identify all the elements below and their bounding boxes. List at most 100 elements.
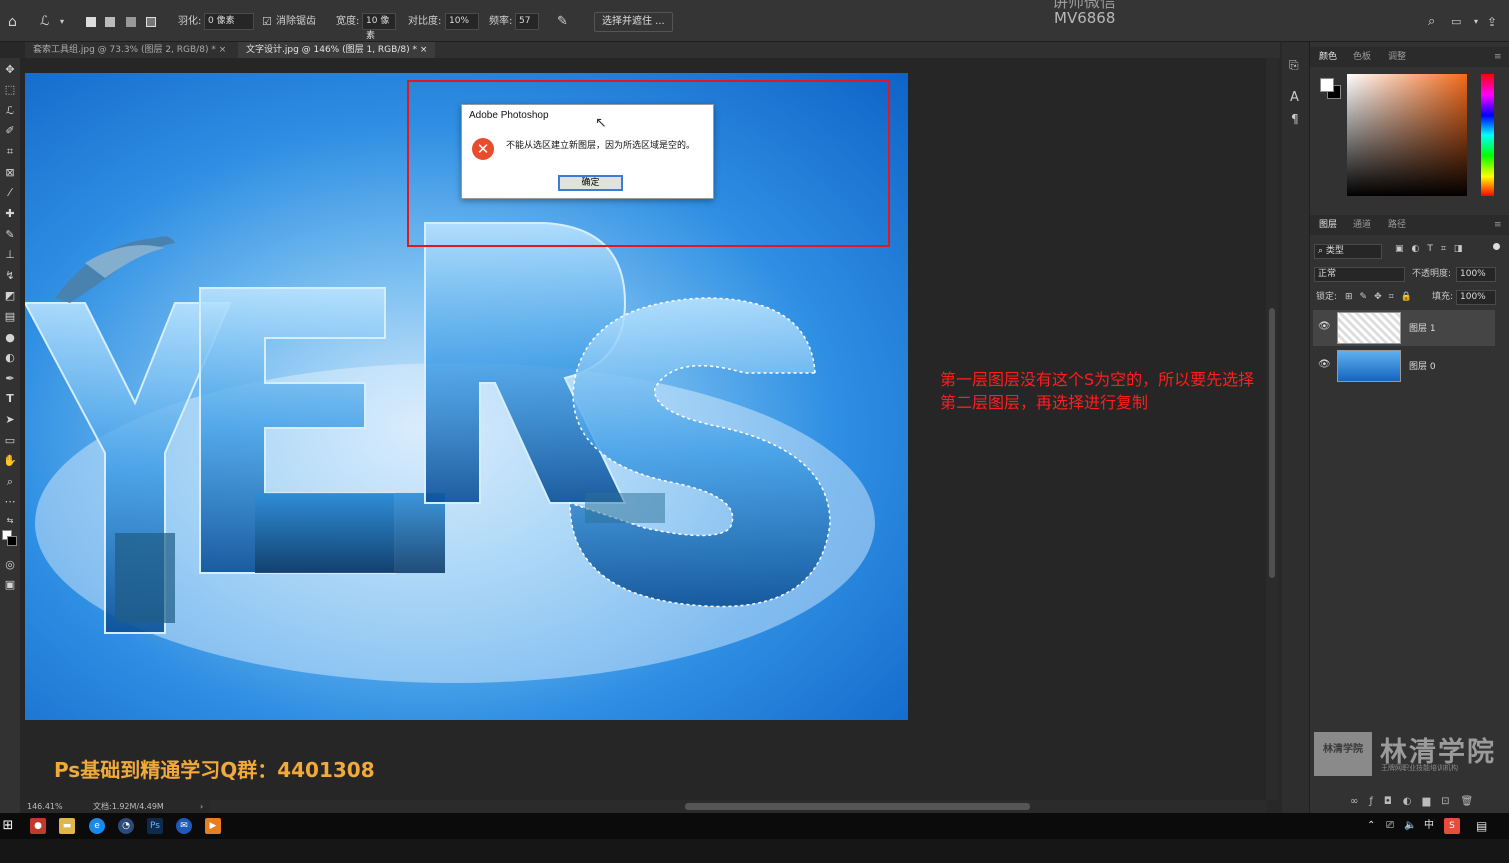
browser-icon[interactable]: e <box>89 818 105 834</box>
layer-row-layer1[interactable]: 👁 图层 1 <box>1313 310 1495 346</box>
share-icon[interactable]: ⇪ <box>1487 12 1497 32</box>
quick-mask-icon[interactable]: ◎ <box>3 558 17 572</box>
workspace-chevron-icon[interactable]: ▾ <box>1474 12 1478 32</box>
ime-indicator[interactable]: 中 <box>1424 818 1434 834</box>
horizontal-scrollbar[interactable] <box>210 800 1266 813</box>
scroll-thumb[interactable] <box>685 803 1030 810</box>
panel-menu-icon[interactable]: ≡ <box>1494 47 1502 67</box>
notification-icon[interactable]: ▤ <box>1476 818 1487 834</box>
frequency-input[interactable]: 57 <box>515 13 539 30</box>
tab-channels[interactable]: 通道 <box>1353 215 1371 235</box>
right-panels: 颜色 色板 调整 ≡ 图层 通道 路径 ≡ ⌕ 类型 ▣◐T⌗◨ 正常 不透明度… <box>1310 42 1509 813</box>
lock-icons[interactable]: ⊞✎✥⌗🔒 <box>1345 289 1419 305</box>
hue-slider[interactable] <box>1481 74 1494 196</box>
visibility-eye-icon[interactable]: 👁 <box>1318 321 1331 332</box>
app-blue-icon[interactable]: ✉ <box>176 818 192 834</box>
layer-name[interactable]: 图层 1 <box>1409 321 1436 334</box>
lasso-tool-icon[interactable]: ℒ <box>3 104 17 118</box>
fill-input[interactable]: 100% <box>1456 290 1496 305</box>
new-selection-icon[interactable] <box>86 17 96 27</box>
swap-colors-icon[interactable]: ⇆ <box>3 514 17 528</box>
intersect-selection-icon[interactable] <box>146 17 156 27</box>
frame-tool-icon[interactable]: ⊠ <box>3 166 17 180</box>
chevron-down-icon[interactable]: ▾ <box>60 12 64 32</box>
volume-icon[interactable]: 🔈 <box>1404 818 1416 834</box>
quick-select-tool-icon[interactable]: ✐ <box>3 124 17 138</box>
visibility-eye-icon[interactable]: 👁 <box>1318 359 1331 370</box>
history-panel-icon[interactable]: ⎘ <box>1289 58 1299 73</box>
add-to-selection-icon[interactable] <box>105 17 115 27</box>
antialias-checkbox[interactable]: ☑ <box>262 12 272 32</box>
photoshop-taskbar-icon[interactable]: Ps <box>147 818 163 834</box>
width-input[interactable]: 10 像素 <box>362 13 396 41</box>
windows-start-icon[interactable]: ⊞ <box>0 818 16 834</box>
brush-tool-icon[interactable]: ✎ <box>3 228 17 242</box>
pen-tool-icon[interactable]: ✒ <box>3 372 17 386</box>
ok-button[interactable]: 确定 <box>558 175 623 191</box>
type-tool-icon[interactable]: T <box>3 392 17 406</box>
path-select-tool-icon[interactable]: ➤ <box>3 413 17 427</box>
app-red-icon[interactable]: ● <box>30 818 46 834</box>
move-tool-icon[interactable]: ✥ <box>3 63 17 77</box>
marquee-tool-icon[interactable]: ⬚ <box>3 83 17 97</box>
background-color-swatch[interactable] <box>7 536 17 546</box>
search-icon[interactable]: ⌕ <box>1428 12 1435 32</box>
dodge-tool-icon[interactable]: ◐ <box>3 351 17 365</box>
tab-swatches[interactable]: 色板 <box>1353 47 1371 67</box>
media-player-icon[interactable]: ▶ <box>205 818 221 834</box>
tray-up-arrow-icon[interactable]: ⌃ <box>1367 818 1375 834</box>
layer-filter-icons[interactable]: ▣◐T⌗◨ <box>1395 244 1470 254</box>
paragraph-panel-icon[interactable]: ¶ <box>1291 112 1299 126</box>
tab-layers[interactable]: 图层 <box>1319 215 1337 235</box>
app-circle-icon[interactable]: ◔ <box>118 818 134 834</box>
eyedropper-tool-icon[interactable]: ⁄ <box>3 186 17 200</box>
tab-close-icon[interactable]: × <box>420 45 428 55</box>
hand-tool-icon[interactable]: ✋ <box>3 454 17 468</box>
lasso-tool-preset-icon[interactable]: ℒ <box>40 12 49 32</box>
select-and-mask-button[interactable]: 选择并遮住 ... <box>594 12 673 32</box>
foreground-color-swatch[interactable] <box>1320 78 1334 92</box>
blend-mode-select[interactable]: 正常 <box>1314 267 1405 282</box>
network-icon[interactable]: ⎚ <box>1386 818 1394 834</box>
tab-lasso-doc[interactable]: 套索工具组.jpg @ 73.3% (图层 2, RGB/8) * × <box>25 42 234 58</box>
scroll-thumb[interactable] <box>1269 308 1275 578</box>
file-explorer-icon[interactable]: ▬ <box>59 818 75 834</box>
tab-adjustments[interactable]: 调整 <box>1388 47 1406 67</box>
filter-toggle-icon[interactable] <box>1493 243 1500 250</box>
eraser-tool-icon[interactable]: ◩ <box>3 289 17 303</box>
crop-tool-icon[interactable]: ⌗ <box>3 145 17 159</box>
blur-tool-icon[interactable]: ● <box>3 331 17 345</box>
contrast-input[interactable]: 10% <box>445 13 479 30</box>
layer-actions-bar[interactable]: ∞ƒ◘◐▆⊡🗑 <box>1350 796 1484 807</box>
status-arrow-icon[interactable]: › <box>200 800 203 813</box>
zoom-tool-icon[interactable]: ⌕ <box>3 475 17 489</box>
screen-mode-icon[interactable]: ▣ <box>3 578 17 592</box>
sogou-ime-icon[interactable]: S <box>1444 818 1460 834</box>
gradient-tool-icon[interactable]: ▤ <box>3 310 17 324</box>
healing-brush-tool-icon[interactable]: ✚ <box>3 207 17 221</box>
layer-filter-select[interactable]: ⌕ 类型 <box>1314 244 1382 259</box>
rectangle-tool-icon[interactable]: ▭ <box>3 434 17 448</box>
tab-close-icon[interactable]: × <box>219 45 227 55</box>
feather-input[interactable]: 0 像素 <box>204 13 254 30</box>
history-brush-tool-icon[interactable]: ↯ <box>3 269 17 283</box>
layer-thumbnail[interactable] <box>1337 312 1401 344</box>
color-picker-field[interactable] <box>1347 74 1467 196</box>
layer-thumbnail[interactable] <box>1337 350 1401 382</box>
more-tools-icon[interactable]: ⋯ <box>3 495 17 509</box>
layer-row-layer0[interactable]: 👁 图层 0 <box>1313 348 1495 384</box>
character-panel-icon[interactable]: A <box>1290 90 1299 105</box>
tab-paths[interactable]: 路径 <box>1388 215 1406 235</box>
layer-name[interactable]: 图层 0 <box>1409 359 1436 372</box>
home-icon[interactable]: ⌂ <box>8 12 17 32</box>
panel-menu-icon[interactable]: ≡ <box>1494 215 1502 235</box>
subtract-selection-icon[interactable] <box>126 17 136 27</box>
workspace-icon[interactable]: ▭ <box>1451 12 1461 32</box>
clone-stamp-tool-icon[interactable]: ⊥ <box>3 248 17 262</box>
tab-color[interactable]: 颜色 <box>1319 47 1337 67</box>
zoom-level[interactable]: 146.41% <box>27 800 63 813</box>
opacity-input[interactable]: 100% <box>1456 267 1496 282</box>
pen-pressure-icon[interactable]: ✎ <box>557 12 568 32</box>
vertical-scrollbar[interactable] <box>1266 58 1278 800</box>
tab-text-design-doc[interactable]: 文字设计.jpg @ 146% (图层 1, RGB/8) * × <box>238 42 436 58</box>
